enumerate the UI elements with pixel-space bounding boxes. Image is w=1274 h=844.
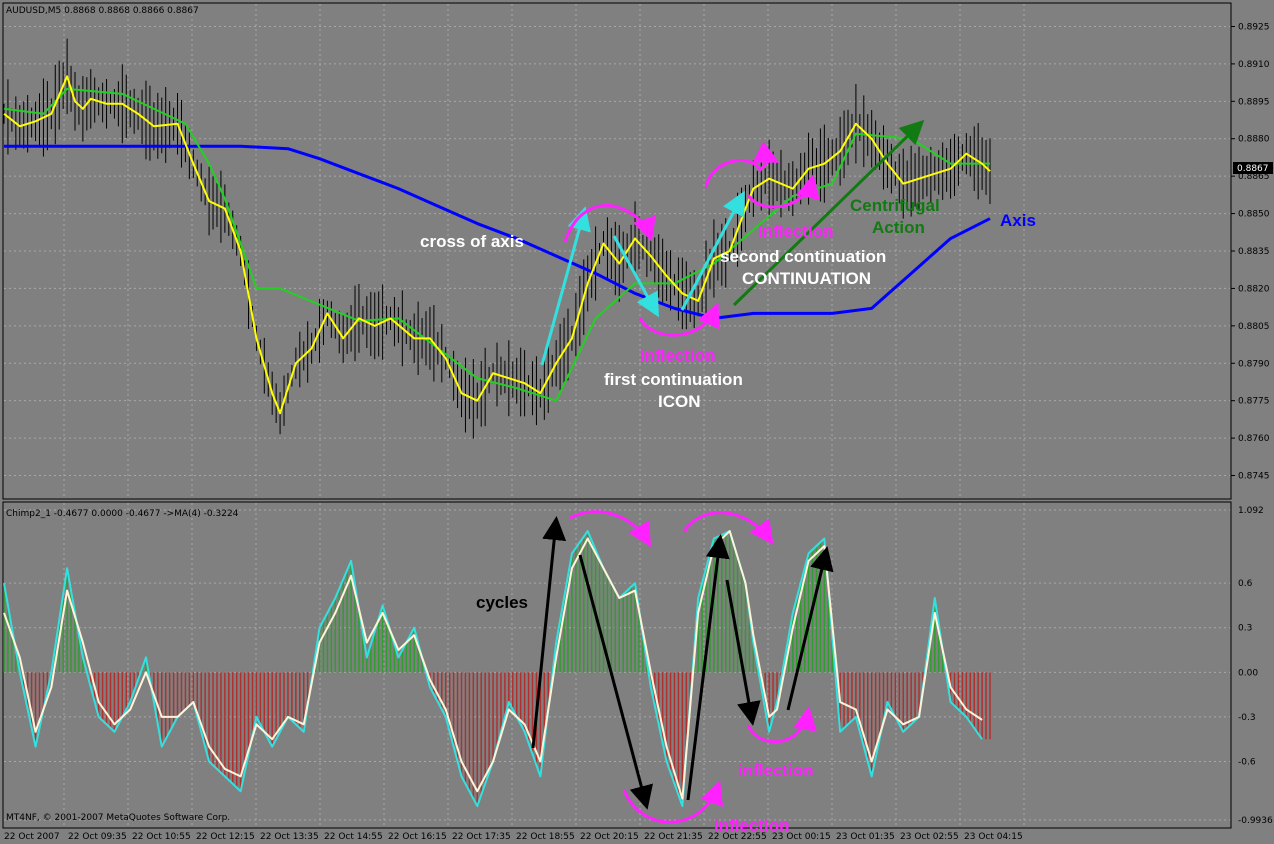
- main-y-tick-label: 0.8820: [1238, 284, 1270, 294]
- annotation-second-continuation: second continuation: [720, 247, 886, 266]
- chart-canvas: 0.89250.89100.88950.88800.88650.88500.88…: [2, 2, 1273, 842]
- annotation-action: Action: [872, 218, 925, 237]
- annotation-centrifugal: Centrifugal: [850, 196, 940, 215]
- annotation-sub-inflection-2: inflection: [714, 816, 790, 835]
- x-tick-label: 22 Oct 16:15: [388, 832, 447, 842]
- sub-inflection-1: [569, 510, 652, 548]
- annotation-inflection-upper: inflection: [758, 222, 834, 241]
- main-grid: [4, 4, 1230, 498]
- x-tick-label: 22 Oct 21:35: [644, 832, 703, 842]
- main-y-tick-label: 0.8850: [1238, 210, 1270, 220]
- sub-y-tick-label: 0.6: [1238, 579, 1253, 589]
- x-tick-label: 22 Oct 14:55: [324, 832, 383, 842]
- annotation-icon: ICON: [658, 392, 701, 411]
- x-tick-label: 22 Oct 12:15: [196, 832, 255, 842]
- main-y-tick-label: 0.8805: [1238, 322, 1270, 332]
- sub-panel-frame: [2, 501, 1232, 829]
- annotation-cross-of-axis: cross of axis: [420, 232, 524, 251]
- main-y-axis: 0.89250.89100.88950.88800.88650.88500.88…: [1231, 22, 1270, 482]
- x-tick-label: 22 Oct 2007: [4, 832, 60, 842]
- main-y-tick-label: 0.8910: [1238, 60, 1270, 70]
- sub-y-tick-label: 1.092: [1238, 506, 1264, 516]
- x-tick-label: 23 Oct 04:15: [964, 832, 1023, 842]
- annotation-sub-inflection-1: inflection: [738, 761, 814, 780]
- sub-y-axis: 1.092 0.6 0.3 0.00 -0.3 -0.6 -0.9936: [1238, 506, 1273, 826]
- oscillator-main-line: [3, 530, 983, 808]
- main-panel-title: AUDUSD,M5 0.8868 0.8868 0.8866 0.8867: [6, 6, 199, 16]
- x-tick-label: 22 Oct 17:35: [452, 832, 511, 842]
- x-axis: 22 Oct 2007 22 Oct 09:35 22 Oct 10:55 22 Oc…: [4, 832, 1023, 842]
- x-tick-label: 22 Oct 09:35: [68, 832, 127, 842]
- main-y-tick-label: 0.8760: [1238, 434, 1270, 444]
- main-y-tick-label: 0.8895: [1238, 97, 1270, 107]
- x-tick-label: 22 Oct 13:35: [260, 832, 319, 842]
- main-y-tick-label: 0.8835: [1238, 247, 1270, 257]
- sub-panel-title: Chimp2_1 -0.4677 0.0000 -0.4677 ->MA(4) …: [6, 509, 239, 519]
- main-y-tick-label: 0.8745: [1238, 472, 1270, 482]
- oscillator-signal-line: [3, 530, 983, 800]
- price-tag: 0.8867: [1237, 164, 1269, 174]
- x-tick-label: 23 Oct 02:55: [900, 832, 959, 842]
- main-y-tick-label: 0.8790: [1238, 359, 1270, 369]
- oscillator-histogram: [3, 531, 991, 807]
- x-tick-label: 22 Oct 18:55: [516, 832, 575, 842]
- cyan-arrow-up-1: [540, 206, 591, 366]
- sub-y-tick-label: -0.6: [1238, 757, 1256, 767]
- x-tick-label: 22 Oct 20:15: [580, 832, 639, 842]
- annotation-axis: Axis: [1000, 211, 1036, 230]
- x-tick-label: 22 Oct 10:55: [132, 832, 191, 842]
- annotation-first-continuation: first continuation: [604, 370, 743, 389]
- main-y-tick-label: 0.8880: [1238, 135, 1270, 145]
- sub-y-tick-label: -0.3: [1238, 713, 1256, 723]
- annotation-cycles: cycles: [476, 593, 528, 612]
- main-y-tick-label: 0.8925: [1238, 22, 1270, 32]
- sub-y-tick-label: 0.00: [1238, 668, 1258, 678]
- x-tick-label: 23 Oct 01:35: [836, 832, 895, 842]
- sub-y-tick-label: 0.3: [1238, 624, 1252, 634]
- inflection-curve-3: [704, 141, 780, 189]
- copyright-text: MT4NF, © 2001-2007 MetaQuotes Software C…: [6, 813, 230, 823]
- main-y-tick-label: 0.8775: [1238, 397, 1270, 407]
- main-panel-frame: [2, 2, 1232, 500]
- sub-y-tick-label: -0.9936: [1238, 816, 1273, 826]
- annotation-continuation: CONTINUATION: [742, 269, 871, 288]
- sub-inflection-2: [682, 511, 774, 545]
- sub-grid: [4, 503, 1230, 827]
- annotation-inflection-lower: inflection: [640, 346, 716, 365]
